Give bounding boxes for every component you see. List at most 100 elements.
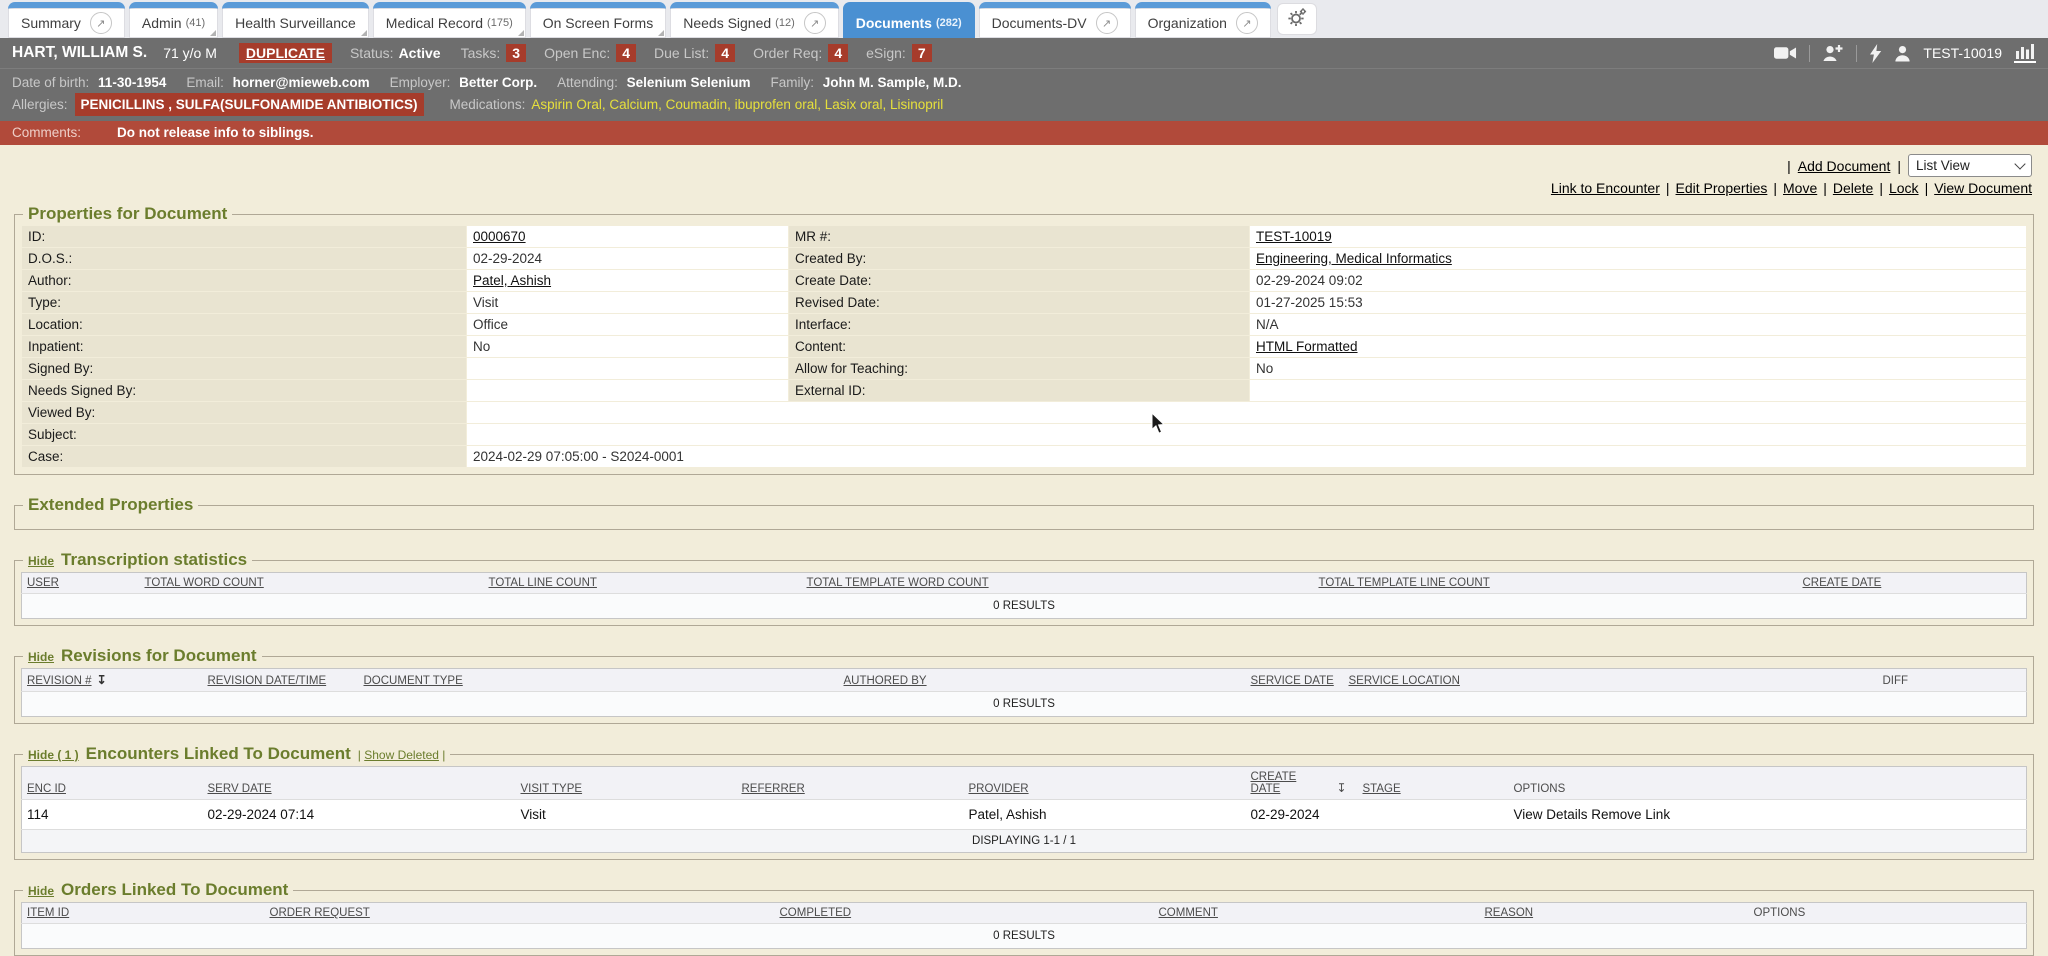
col-header-total-template-word-count[interactable]: TOTAL TEMPLATE WORD COUNT — [802, 573, 1314, 594]
view-mode-select[interactable]: List View — [1908, 154, 2032, 177]
col-header-create-date[interactable]: CREATE DATE — [1246, 767, 1332, 800]
revisions-legend: Hide Revisions for Document — [23, 646, 262, 666]
tab-health-surveillance[interactable]: Health Surveillance — [222, 2, 369, 38]
tab-needs-signed[interactable]: Needs Signed(12)↗ — [670, 2, 839, 38]
action-edit-properties[interactable]: Edit Properties — [1676, 180, 1768, 196]
tab-documents[interactable]: Documents(282) — [843, 2, 975, 38]
property-link[interactable]: 0000670 — [473, 229, 526, 244]
transcription-table: USERTOTAL WORD COUNTTOTAL LINE COUNTTOTA… — [21, 572, 2027, 619]
counter-badge[interactable]: 7 — [912, 44, 932, 62]
col-header-stage[interactable]: STAGE — [1358, 767, 1509, 800]
property-link[interactable]: Patel, Ashish — [473, 273, 551, 288]
duplicate-flag-badge[interactable]: DUPLICATE — [239, 43, 332, 63]
col-header-label: COMMENT — [1159, 907, 1218, 919]
col-header-total-word-count[interactable]: TOTAL WORD COUNT — [140, 573, 484, 594]
add-user-icon[interactable] — [1822, 44, 1844, 62]
property-value — [1250, 380, 2026, 401]
popout-icon[interactable]: ↗ — [804, 12, 826, 34]
property-value — [467, 380, 788, 401]
properties-row: Location:OfficeInterface:N/A — [22, 314, 2026, 335]
col-header-enc-id[interactable]: ENC ID — [22, 767, 203, 800]
col-header-reason[interactable]: REASON — [1480, 903, 1749, 924]
counter-badge[interactable]: 4 — [828, 44, 848, 62]
col-header-completed[interactable]: COMPLETED — [775, 903, 1154, 924]
transcription-section: Hide Transcription statistics USERTOTAL … — [14, 550, 2034, 626]
video-camera-icon[interactable] — [1774, 45, 1797, 61]
demographic-employer: Employer: Better Corp. — [390, 72, 538, 93]
separator: | — [1879, 180, 1883, 196]
properties-row: ID:0000670MR #:TEST-10019 — [22, 226, 2026, 247]
property-label: Inpatient: — [22, 336, 466, 357]
property-label: Interface: — [789, 314, 1249, 335]
col-header-total-template-line-count[interactable]: TOTAL TEMPLATE LINE COUNT — [1314, 573, 1798, 594]
col-header-order-request[interactable]: ORDER REQUEST — [265, 903, 775, 924]
property-label: Revised Date: — [789, 292, 1249, 313]
popout-icon[interactable]: ↗ — [1236, 12, 1258, 34]
add-document-link[interactable]: Add Document — [1798, 158, 1891, 174]
col-header-revision[interactable]: REVISION # ↧ — [22, 669, 203, 692]
tab-corner-fold-icon — [361, 30, 367, 36]
counter-label: Due List: — [654, 45, 709, 61]
property-link[interactable]: HTML Formatted — [1256, 339, 1358, 354]
col-header-total-line-count[interactable]: TOTAL LINE COUNT — [484, 573, 802, 594]
popout-icon[interactable]: ↗ — [1096, 12, 1118, 34]
col-header-revision-date-time[interactable]: REVISION DATE/TIME — [203, 669, 359, 692]
sort-icon[interactable]: ↧ — [1332, 767, 1358, 800]
user-icon[interactable] — [1894, 45, 1911, 62]
col-header-create-date[interactable]: CREATE DATE — [1798, 573, 2027, 594]
encounters-section: Hide ( 1 ) Encounters Linked To Document… — [14, 744, 2034, 860]
popout-icon[interactable]: ↗ — [90, 12, 112, 34]
transcription-hide-link[interactable]: Hide — [28, 554, 54, 568]
action-view-document[interactable]: View Document — [1934, 180, 2032, 196]
col-header-provider[interactable]: PROVIDER — [964, 767, 1246, 800]
properties-title: Properties for Document — [28, 204, 227, 224]
col-header-label: REVISION # — [27, 675, 92, 687]
patient-age-sex: 71 y/o M — [163, 45, 217, 61]
sort-icon[interactable]: ↧ — [97, 673, 107, 687]
action-move[interactable]: Move — [1783, 180, 1817, 196]
tab-documents-dv[interactable]: Documents-DV↗ — [979, 2, 1131, 38]
tab-label: Admin — [142, 15, 182, 31]
orders-hide-link[interactable]: Hide — [28, 884, 54, 898]
encounters-hide-link[interactable]: Hide ( 1 ) — [28, 748, 79, 762]
settings-tab[interactable] — [1277, 3, 1317, 35]
property-link[interactable]: Engineering, Medical Informatics — [1256, 251, 1452, 266]
allergies-badge[interactable]: PENICILLINS , SULFA(SULFONAMIDE ANTIBIOT… — [75, 93, 424, 116]
col-header-referrer[interactable]: REFERRER — [737, 767, 964, 800]
col-header-comment[interactable]: COMMENT — [1154, 903, 1480, 924]
tab-admin[interactable]: Admin(41) — [129, 2, 218, 38]
action-lock[interactable]: Lock — [1889, 180, 1919, 196]
col-header-options: OPTIONS — [1509, 767, 2027, 800]
property-link[interactable]: TEST-10019 — [1256, 229, 1332, 244]
col-header-serv-date[interactable]: SERV DATE — [203, 767, 516, 800]
demographic-family: Family: John M. Sample, M.D. — [770, 72, 961, 93]
empty-results-text: 0 RESULTS — [22, 692, 2027, 717]
col-header-user[interactable]: USER — [22, 573, 140, 594]
tab-summary[interactable]: Summary↗ — [8, 2, 125, 38]
counter-badge[interactable]: 3 — [506, 44, 526, 62]
tab-bar: Summary↗Admin(41)Health SurveillanceMedi… — [0, 0, 2048, 38]
col-header-service-location[interactable]: SERVICE LOCATION — [1344, 669, 1878, 692]
revisions-hide-link[interactable]: Hide — [28, 650, 54, 664]
col-header-service-date[interactable]: SERVICE DATE — [1246, 669, 1344, 692]
col-header-visit-type[interactable]: VISIT TYPE — [516, 767, 737, 800]
col-header-options: OPTIONS — [1749, 903, 2027, 924]
action-link-to-encounter[interactable]: Link to Encounter — [1551, 180, 1660, 196]
medications-list[interactable]: Aspirin Oral, Calcium, Coumadin, ibuprof… — [531, 94, 943, 115]
col-header-document-type[interactable]: DOCUMENT TYPE — [359, 669, 839, 692]
counter-badge[interactable]: 4 — [616, 44, 636, 62]
show-deleted-link[interactable]: Show Deleted — [364, 748, 439, 762]
col-header-item-id[interactable]: ITEM ID — [22, 903, 265, 924]
tab-medical-record[interactable]: Medical Record(175) — [373, 2, 526, 38]
dropdown-chevron-icon — [2014, 158, 2025, 169]
demographic-label: Email: — [186, 75, 227, 90]
counter-badge[interactable]: 4 — [715, 44, 735, 62]
document-actions: Link to Encounter|Edit Properties|Move|D… — [14, 180, 2034, 204]
lightning-icon[interactable] — [1869, 44, 1882, 63]
col-header-authored-by[interactable]: AUTHORED BY — [839, 669, 1246, 692]
tab-on-screen-forms[interactable]: On Screen Forms — [530, 2, 666, 38]
chart-icon[interactable] — [2014, 43, 2036, 63]
action-delete[interactable]: Delete — [1833, 180, 1873, 196]
tab-organization[interactable]: Organization↗ — [1135, 2, 1271, 38]
patient-status: Status:Active — [350, 45, 441, 61]
